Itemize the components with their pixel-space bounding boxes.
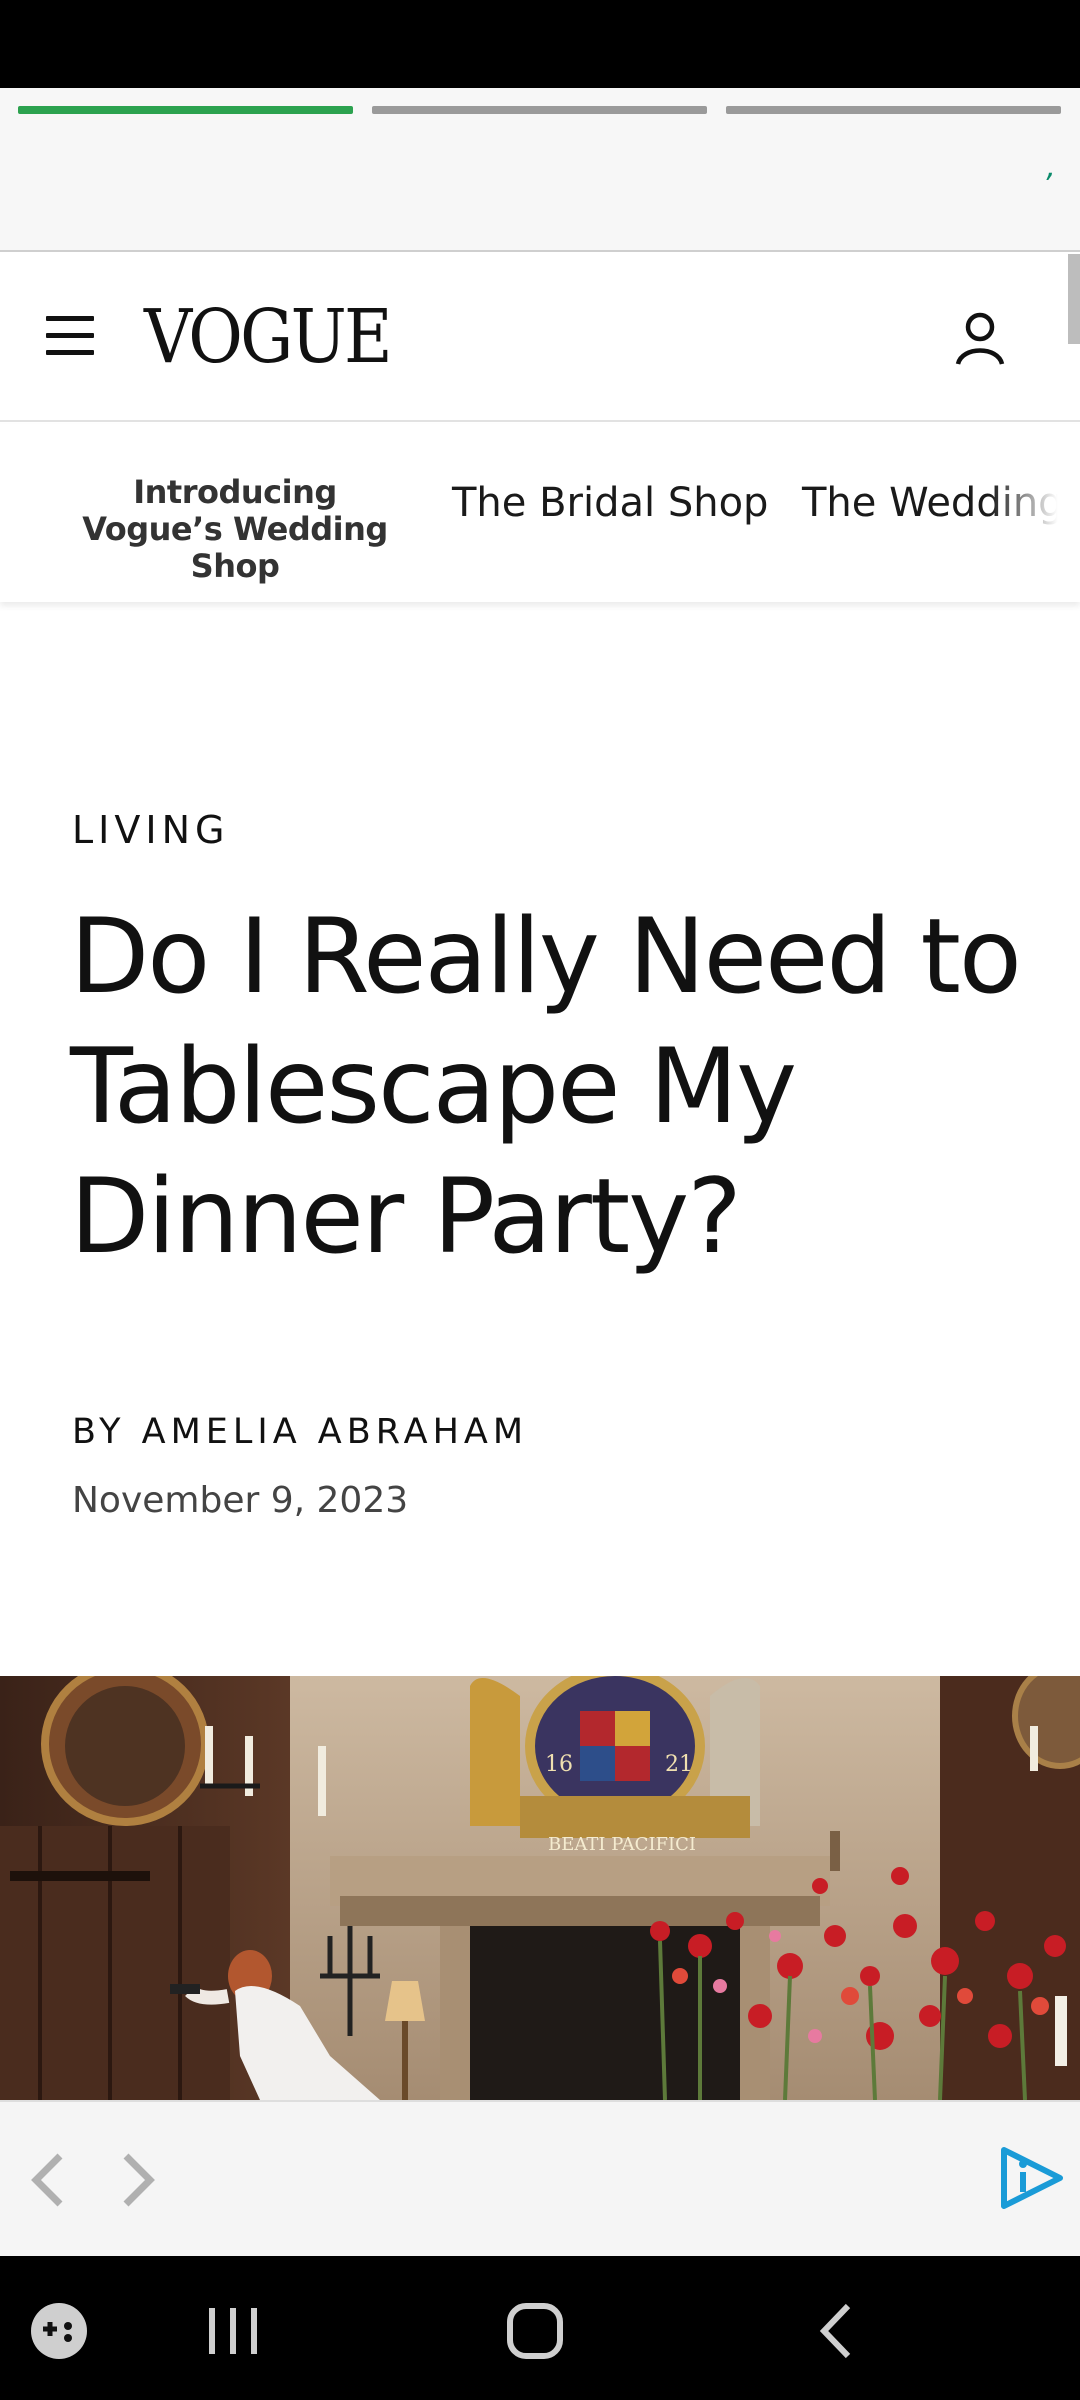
ad-progress-segment-2 (372, 106, 707, 114)
author-link[interactable]: AMELIA ABRAHAM (142, 1412, 528, 1452)
recent-apps-icon[interactable] (198, 2296, 268, 2366)
plaque-number-right: 21 (665, 1752, 693, 1777)
plaque-motto: BEATI PACIFICI (548, 1834, 696, 1855)
nav-fade-overlay (990, 424, 1080, 602)
hero-image[interactable]: 16 21 BEATI PACIFICI (0, 1676, 1080, 2100)
channel-nav: Introducing Vogue’s Wedding Shop The Bri… (0, 424, 1080, 602)
scrollbar-thumb[interactable] (1068, 254, 1080, 344)
hamburger-menu-icon[interactable] (46, 316, 96, 356)
game-launcher-icon[interactable] (24, 2296, 94, 2366)
chevron-left-icon[interactable] (22, 2150, 72, 2210)
account-icon[interactable] (952, 310, 1008, 366)
article-rubric[interactable]: LIVING (72, 808, 229, 852)
home-icon[interactable] (500, 2296, 570, 2366)
status-bar (0, 0, 1080, 88)
ad-banner-bottom (0, 2100, 1080, 2256)
ad-mark: ʼ (1044, 168, 1054, 203)
article-byline: BY AMELIA ABRAHAM (72, 1412, 528, 1452)
plaque-number-left: 16 (545, 1752, 573, 1777)
nav-promo-wedding-shop[interactable]: Introducing Vogue’s Wedding Shop (60, 474, 410, 585)
back-icon[interactable] (802, 2296, 872, 2366)
site-header: VOGUE (0, 254, 1080, 422)
byline-prefix: BY (72, 1412, 126, 1452)
article-headline: Do I Really Need to Tablescape My Dinner… (70, 897, 1022, 1277)
chevron-right-icon[interactable] (114, 2150, 164, 2210)
nav-link-bridal-shop[interactable]: The Bridal Shop (452, 480, 768, 526)
ad-progress-segment-3 (726, 106, 1061, 114)
ad-progress-segment-1 (18, 106, 353, 114)
system-navigation-bar (0, 2256, 1080, 2400)
ad-banner-top[interactable]: ʼ (0, 88, 1080, 252)
publish-date: November 9, 2023 (72, 1480, 409, 1521)
vogue-logo[interactable]: VOGUE (144, 294, 393, 380)
play-info-icon[interactable] (996, 2146, 1066, 2210)
